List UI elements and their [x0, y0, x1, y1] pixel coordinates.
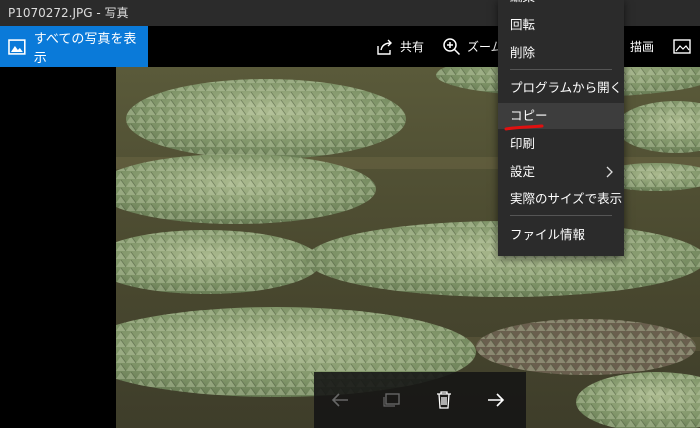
- edit-image-icon: [673, 38, 691, 54]
- share-button[interactable]: 共有: [376, 26, 424, 67]
- menu-item-copy-label: コピー: [510, 108, 548, 123]
- menu-divider: [510, 215, 612, 216]
- menu-item-print[interactable]: 印刷: [498, 131, 624, 157]
- red-underline-annotation: [504, 124, 544, 131]
- zoom-icon: [443, 38, 461, 56]
- zoom-button[interactable]: ズーム: [442, 26, 503, 67]
- draw-label: 描画: [630, 40, 655, 54]
- menu-item-file-info-label: ファイル情報: [510, 227, 586, 242]
- menu-item-settings-label: 設定: [510, 164, 536, 179]
- bottom-nav-bar: [314, 372, 526, 428]
- previous-button[interactable]: [324, 384, 356, 416]
- menu-item-open-with[interactable]: プログラムから開く: [498, 75, 624, 101]
- share-icon: [377, 39, 392, 55]
- menu-item-edit[interactable]: 編集: [498, 0, 624, 7]
- next-button[interactable]: [480, 384, 512, 416]
- menu-item-actual-size-label: 実際のサイズで表示: [510, 191, 623, 206]
- show-all-photos-button[interactable]: すべての写真を表示: [0, 26, 148, 67]
- menu-item-file-info[interactable]: ファイル情報: [498, 222, 624, 248]
- menu-item-rotate-label: 回転: [510, 17, 536, 32]
- trash-icon: [437, 391, 451, 409]
- menu-divider: [510, 69, 612, 70]
- delete-button[interactable]: [428, 384, 460, 416]
- edit-create-button[interactable]: [673, 26, 699, 67]
- slideshow-icon: [383, 393, 400, 407]
- menu-item-settings[interactable]: 設定: [498, 159, 624, 185]
- arrow-left-icon: [331, 393, 348, 407]
- menu-item-open-with-label: プログラムから開く: [510, 80, 623, 95]
- share-label: 共有: [400, 40, 425, 54]
- menu-item-delete[interactable]: 削除: [498, 40, 624, 66]
- menu-item-actual-size[interactable]: 実際のサイズで表示: [498, 186, 624, 212]
- menu-item-rotate[interactable]: 回転: [498, 12, 624, 38]
- menu-item-print-label: 印刷: [510, 136, 536, 151]
- slideshow-button[interactable]: [376, 384, 408, 416]
- chevron-right-icon: [606, 166, 613, 178]
- menu-item-edit-label: 編集: [510, 0, 535, 4]
- arrow-right-icon: [488, 393, 505, 407]
- picture-icon: [8, 38, 26, 55]
- show-all-photos-label: すべての写真を表示: [33, 31, 137, 66]
- menu-item-delete-label: 削除: [510, 45, 536, 60]
